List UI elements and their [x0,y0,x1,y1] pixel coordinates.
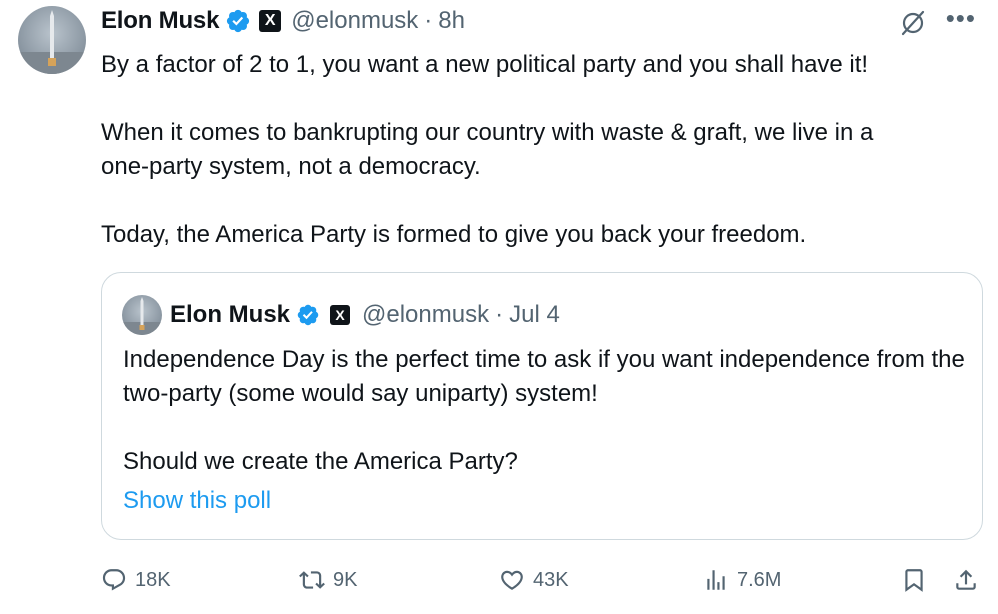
quoted-paragraph: Independence Day is the perfect time to … [123,346,965,407]
verified-badge-icon [227,9,250,33]
more-icon[interactable]: ••• [946,5,976,31]
views-count: 7.6M [737,568,782,591]
repost-button[interactable]: 9K [299,560,357,600]
tweet-paragraph: By a factor of 2 to 1, you want a new po… [101,51,869,78]
tweet-paragraph: Today, the America Party is formed to gi… [101,221,807,248]
verified-badge-icon [297,304,319,326]
bookmark-button[interactable] [901,560,927,600]
author-name[interactable]: Elon Musk [101,7,219,35]
reply-button[interactable]: 18K [101,560,171,600]
tweet-paragraph: When it comes to bankrupting our country… [101,119,874,180]
tweet: Elon Musk X @elonmusk · 8h ••• By a fact… [0,0,998,614]
heart-icon [501,570,523,590]
quoted-author-name: Elon Musk [170,301,291,328]
quoted-timestamp: Jul 4 [509,301,560,328]
separator-dot: · [495,301,504,328]
action-bar: 18K 9K 43K 7.6M [101,560,986,600]
bookmark-icon [905,569,923,592]
x-affiliation-badge: X [259,10,282,32]
like-count: 43K [533,568,569,591]
share-button[interactable] [953,560,979,600]
show-poll-link[interactable]: Show this poll [123,487,271,515]
author-handle[interactable]: @elonmusk [291,7,418,35]
repost-icon [299,571,325,589]
reply-count: 18K [135,568,171,591]
quoted-paragraph: Should we create the America Party? [123,448,518,475]
tweet-timestamp[interactable]: 8h [438,7,465,35]
quoted-author-handle: @elonmusk [362,301,490,328]
quoted-avatar [122,295,162,335]
like-button[interactable]: 43K [499,560,569,600]
tweet-header: Elon Musk X @elonmusk · 8h [101,4,465,38]
x-affiliation-badge: X [330,305,351,325]
quoted-tweet[interactable]: Elon Musk X @elonmusk · Jul 4 Independen… [101,272,983,540]
share-icon [956,569,976,590]
repost-count: 9K [333,568,358,591]
grok-icon[interactable] [898,8,928,38]
quoted-tweet-header: Elon Musk X @elonmusk · Jul 4 [122,295,560,335]
views-button[interactable]: 7.6M [703,560,781,600]
reply-icon [102,569,126,591]
views-icon [707,570,725,590]
avatar[interactable] [18,6,86,74]
separator-dot: · [424,7,433,34]
quoted-tweet-text: Independence Day is the perfect time to … [123,343,973,475]
top-actions: ••• [898,5,976,38]
